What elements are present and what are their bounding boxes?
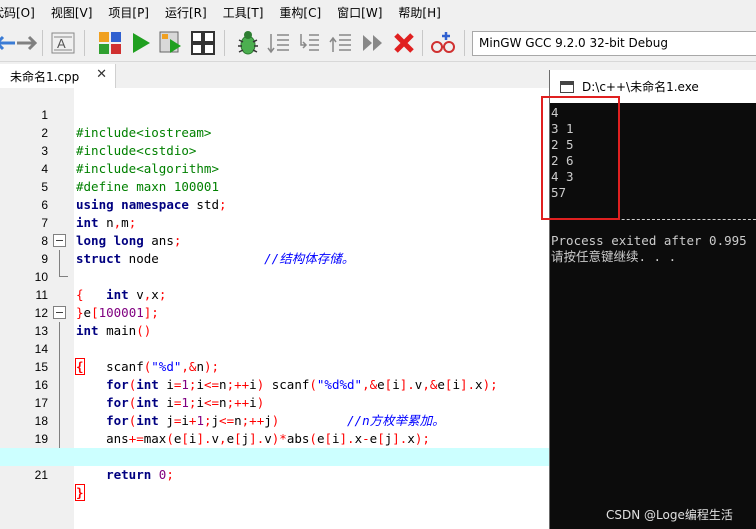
- step-list-icon[interactable]: [266, 30, 292, 56]
- compiler-select[interactable]: MinGW GCC 9.2.0 32-bit Debug: [472, 31, 756, 56]
- menu-help[interactable]: 帮助[H]: [390, 4, 448, 21]
- menu-project[interactable]: 项目[P]: [100, 4, 157, 21]
- tab-file[interactable]: 未命名1.cpp ✕: [0, 64, 116, 88]
- continue-icon[interactable]: [360, 30, 386, 56]
- stop-icon[interactable]: [391, 30, 417, 56]
- close-icon[interactable]: ✕: [96, 67, 107, 82]
- annotation-highlight: [541, 96, 620, 220]
- console-title: D:\c++\未命名1.exe: [582, 80, 699, 94]
- console-app-icon: [560, 80, 574, 93]
- watermark: CSDN @Loge编程生活: [606, 508, 733, 522]
- menu-view[interactable]: 视图[V]: [43, 4, 101, 21]
- fold-toggle-icon[interactable]: [53, 234, 66, 247]
- svg-text:A: A: [57, 36, 66, 51]
- menu-window[interactable]: 窗口[W]: [329, 4, 390, 21]
- grid-icon[interactable]: [190, 30, 216, 56]
- tab-label: 未命名1.cpp: [10, 69, 80, 84]
- menu-tools[interactable]: 工具[T]: [215, 4, 272, 21]
- console-press-key: 请按任意键继续. . .: [551, 249, 677, 264]
- menu-run[interactable]: 运行[R]: [157, 4, 215, 21]
- format-icon[interactable]: A: [50, 30, 76, 56]
- console-process-line: Process exited after 0.995: [551, 233, 747, 248]
- grid-color-icon[interactable]: [97, 30, 123, 56]
- run-icon[interactable]: [128, 30, 154, 56]
- debug-bug-icon[interactable]: [235, 30, 261, 56]
- compile-run-icon[interactable]: [158, 30, 184, 56]
- step-out-icon[interactable]: [328, 30, 354, 56]
- arrow-right-icon[interactable]: [14, 30, 40, 56]
- step-into-icon[interactable]: [296, 30, 322, 56]
- add-watch-icon[interactable]: [430, 30, 456, 56]
- toolbar: A MinGW GCC 9.2.0 32-bit Debug: [0, 24, 756, 62]
- fold-toggle-icon[interactable]: [53, 306, 66, 319]
- menu-refactor[interactable]: 重构[C]: [271, 4, 329, 21]
- menu-bar: 代码[O] 视图[V] 项目[P] 运行[R] 工具[T] 重构[C] 窗口[W…: [0, 0, 756, 24]
- menu-code[interactable]: 代码[O]: [0, 4, 43, 21]
